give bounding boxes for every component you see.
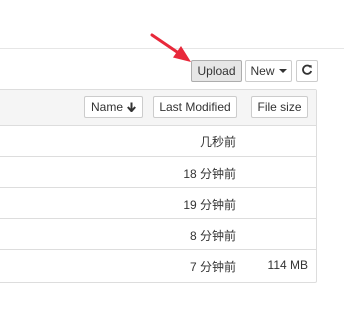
list-item[interactable]: 19 分钟前 (0, 187, 316, 218)
file-list-header: Name Last Modified File size (0, 90, 316, 126)
sort-by-name-label: Name (90, 100, 123, 114)
file-size-value: 114 MB (267, 258, 308, 272)
file-list-panel: Name Last Modified File size 几秒前 18 分钟前 … (0, 89, 317, 283)
last-modified-value: 19 分钟前 (183, 198, 236, 212)
last-modified-value: 8 分钟前 (189, 229, 236, 243)
list-item[interactable]: 7 分钟前 114 MB (0, 249, 316, 282)
arrow-down-icon (127, 102, 136, 112)
list-item[interactable]: 几秒前 (0, 125, 316, 156)
list-item[interactable]: 8 分钟前 (0, 218, 316, 249)
last-modified-value: 几秒前 (199, 135, 236, 149)
sort-by-file-size-button[interactable]: File size (251, 96, 308, 118)
sort-by-last-modified-button[interactable]: Last Modified (153, 96, 237, 118)
last-modified-value: 18 分钟前 (183, 167, 236, 181)
sort-by-last-modified-label: Last Modified (159, 100, 231, 114)
list-item[interactable]: 18 分钟前 (0, 156, 316, 187)
sort-by-name-button[interactable]: Name (84, 96, 143, 118)
last-modified-value: 7 分钟前 (189, 260, 236, 274)
sort-by-file-size-label: File size (257, 100, 302, 114)
